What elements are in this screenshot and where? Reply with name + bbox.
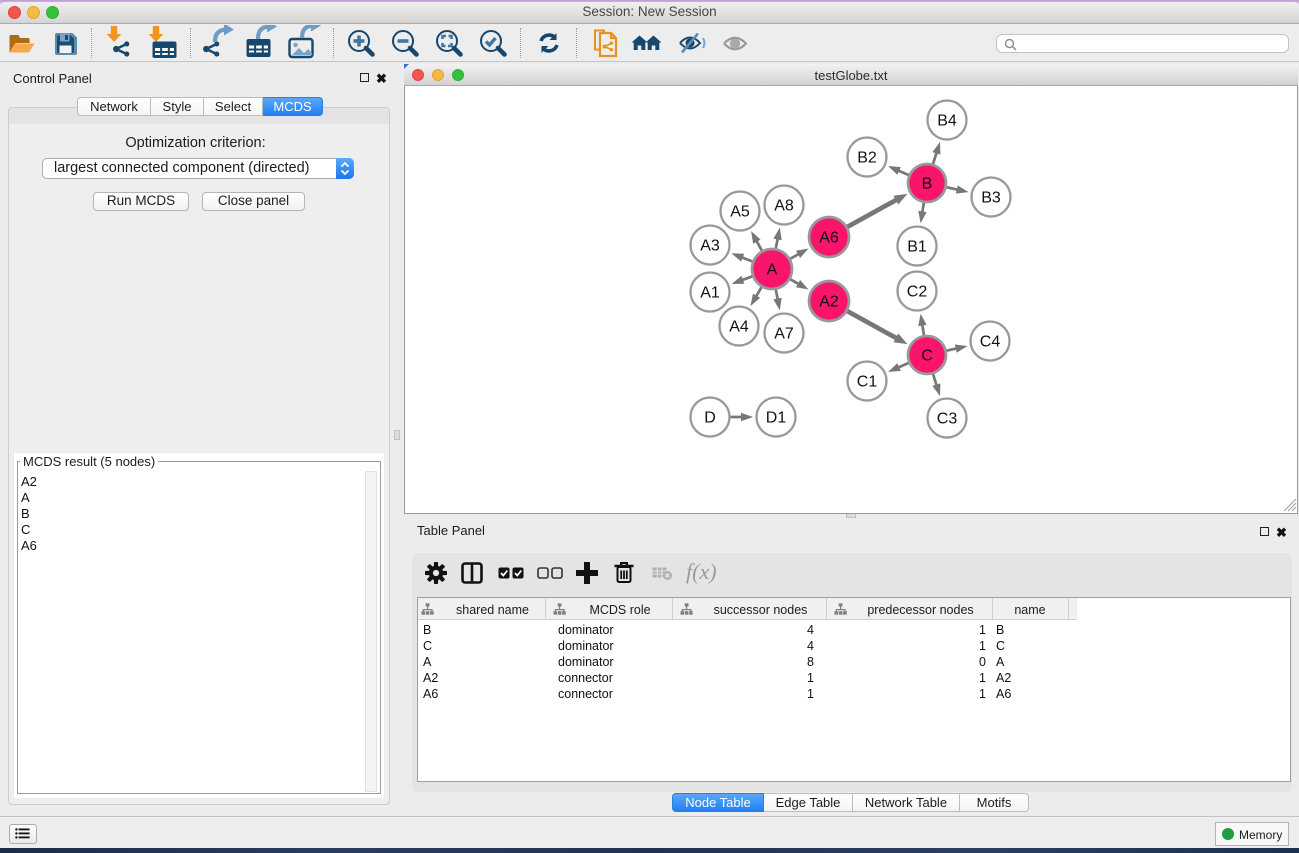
svg-text:B: B (922, 176, 933, 193)
svg-text:C2: C2 (907, 284, 928, 301)
svg-text:A5: A5 (730, 204, 750, 221)
svg-text:B1: B1 (907, 239, 927, 256)
svg-text:C4: C4 (980, 334, 1001, 351)
svg-text:C: C (921, 348, 933, 365)
svg-text:A7: A7 (774, 326, 794, 343)
svg-text:B4: B4 (937, 113, 957, 130)
svg-text:A1: A1 (700, 285, 720, 302)
svg-text:D1: D1 (766, 410, 787, 427)
svg-text:C1: C1 (857, 374, 878, 391)
svg-text:C3: C3 (937, 411, 958, 428)
svg-text:A3: A3 (700, 238, 720, 255)
svg-text:A4: A4 (729, 319, 749, 336)
svg-text:B3: B3 (981, 190, 1001, 207)
svg-text:A6: A6 (819, 230, 839, 247)
svg-text:A8: A8 (774, 198, 794, 215)
svg-text:B2: B2 (857, 150, 877, 167)
svg-text:A: A (767, 262, 778, 279)
svg-text:A2: A2 (819, 294, 839, 311)
svg-text:D: D (704, 410, 716, 427)
